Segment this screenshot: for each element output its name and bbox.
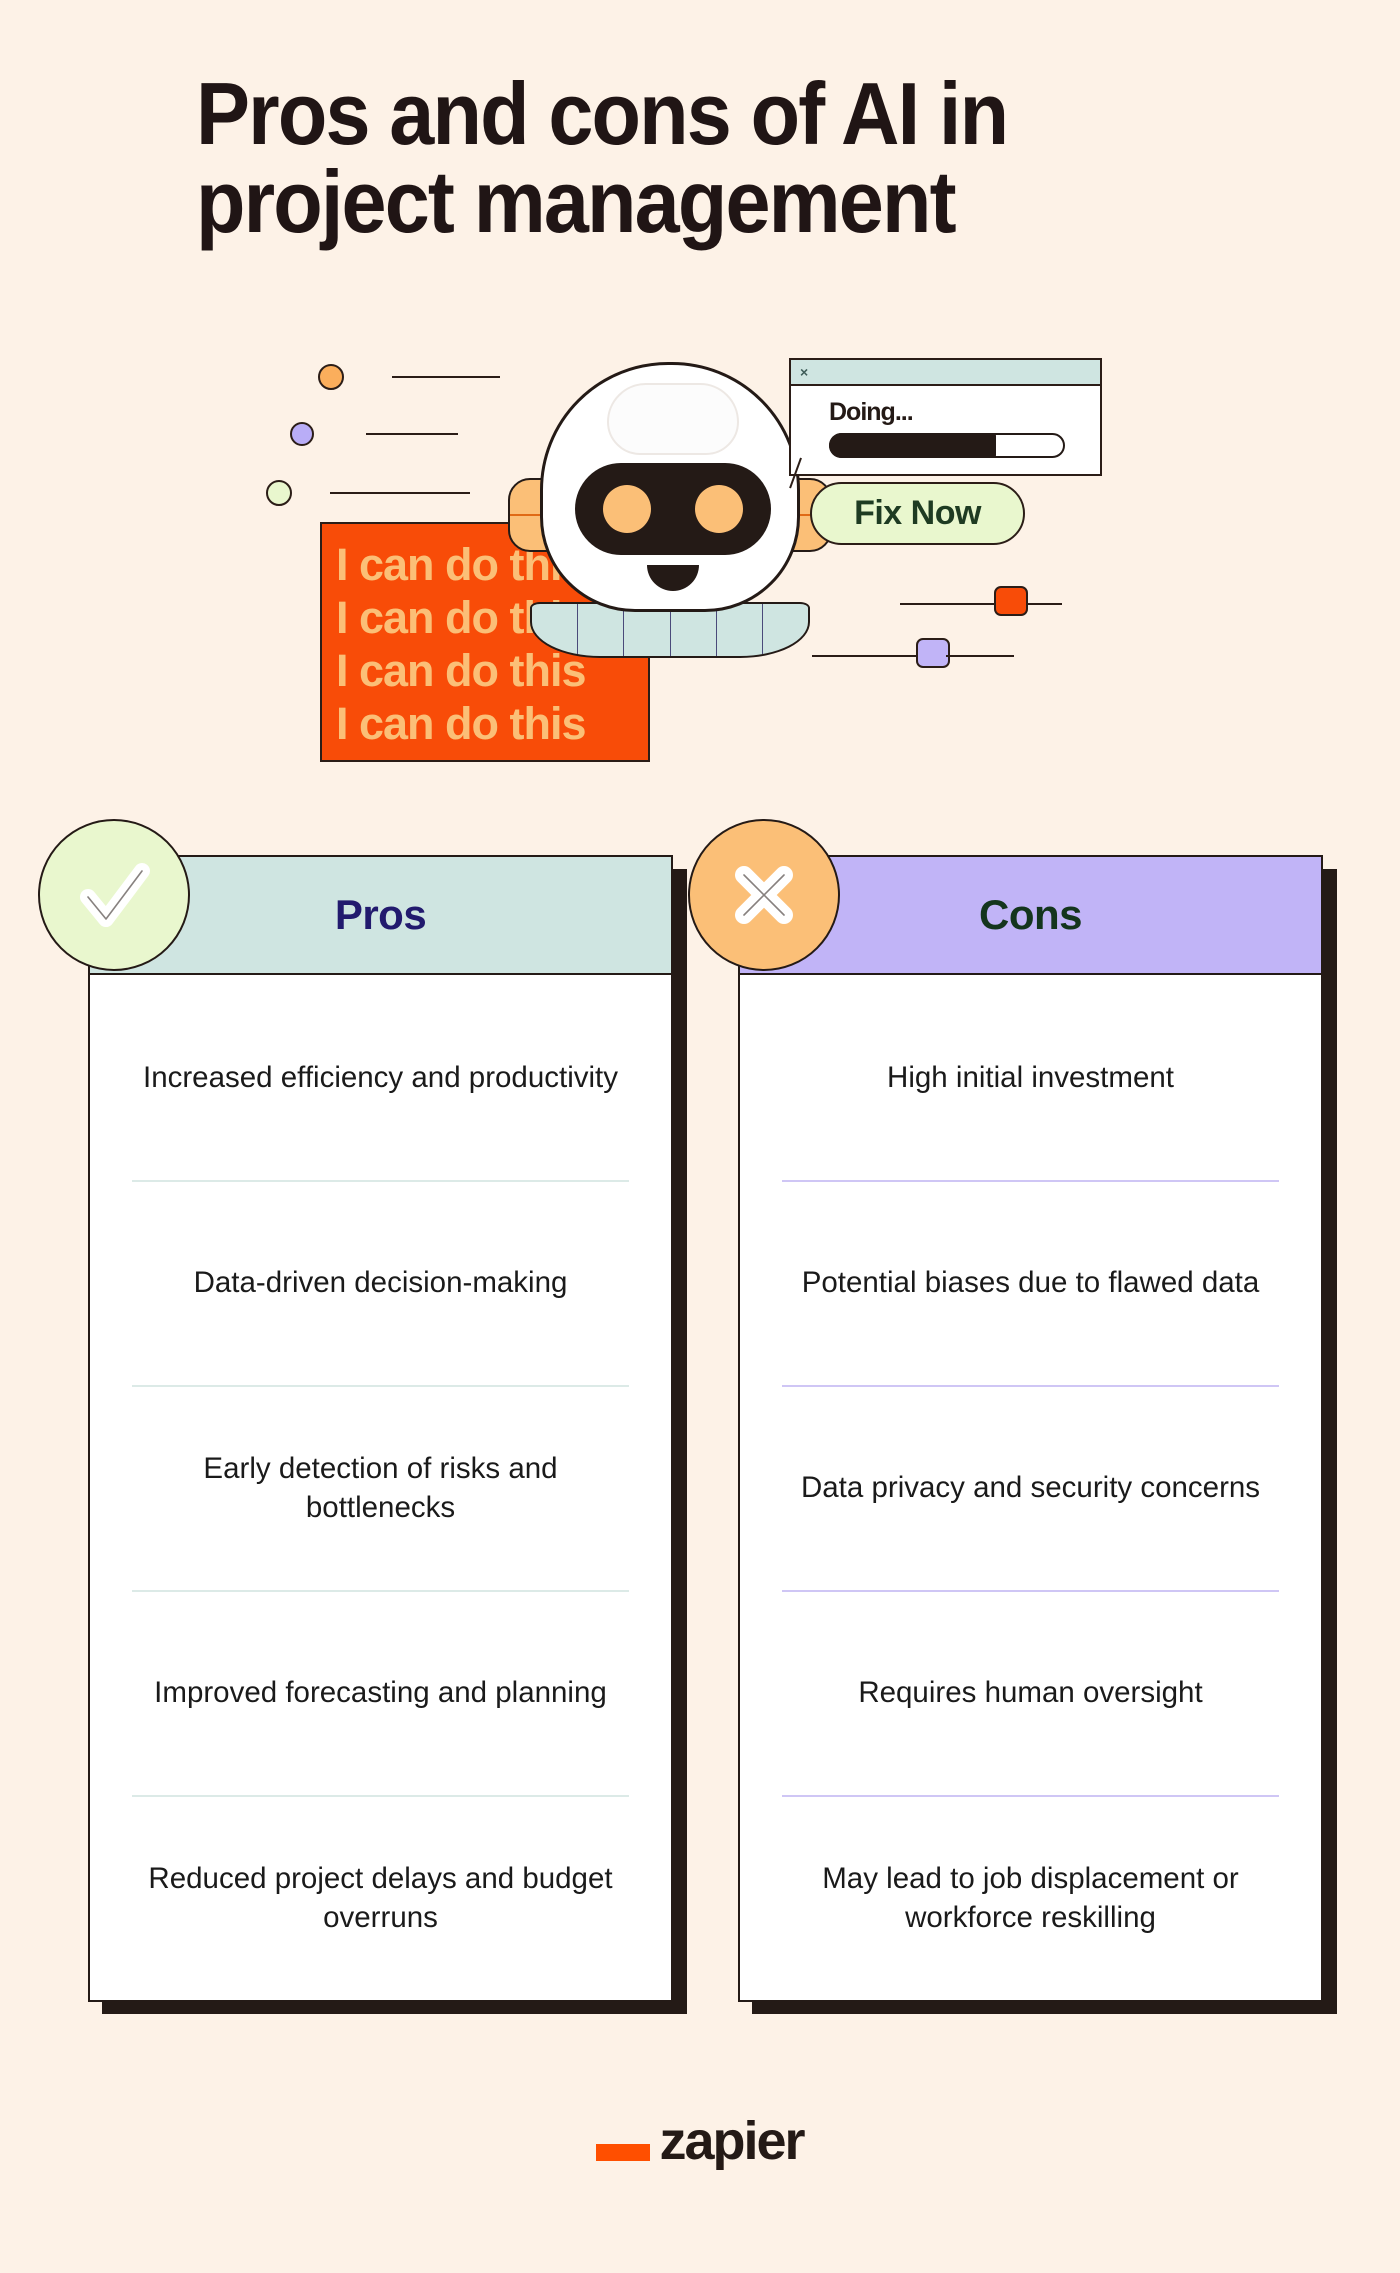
purple-dot [290, 422, 314, 446]
status-window: × Doing... [789, 358, 1102, 476]
orange-dot [318, 364, 344, 390]
close-icon[interactable]: × [800, 365, 808, 379]
decor-line-3 [330, 492, 470, 495]
pros-card-column: Pros Increased efficiency and productivi… [38, 819, 687, 2014]
infographic-page: Pros and cons of AI in project managemen… [0, 0, 1400, 2273]
decor-line-1 [392, 376, 500, 379]
decor-line-2 [366, 433, 458, 436]
robot-head [540, 362, 800, 612]
decor-line-4b [1026, 603, 1062, 606]
list-item: Increased efficiency and productivity [143, 1061, 618, 1095]
pros-list: Increased efficiency and productivity Da… [90, 975, 671, 2000]
list-item: Data privacy and security concerns [782, 1385, 1279, 1590]
check-icon [38, 819, 190, 971]
list-item: Early detection of risks and bottlenecks [132, 1385, 629, 1590]
window-title-bar: × [791, 360, 1100, 386]
list-item: Potential biases due to flawed data [782, 1180, 1279, 1385]
window-status-text: Doing... [829, 398, 914, 426]
green-dot [266, 480, 292, 506]
robot-illustration [508, 330, 832, 730]
cons-card: Cons High initial investment Potential b… [688, 819, 1323, 2002]
cons-card-column: Cons High initial investment Potential b… [688, 819, 1337, 2014]
zapier-logo: zapier [0, 2110, 1400, 2172]
logo-dash-icon [596, 2143, 651, 2161]
robot-eye-right [695, 485, 743, 533]
list-item: High initial investment [887, 1061, 1174, 1095]
robot-visor [575, 463, 771, 555]
robot-eye-left [603, 485, 651, 533]
pros-title: Pros [334, 891, 427, 938]
list-item: Requires human oversight [782, 1590, 1279, 1795]
list-item: Improved forecasting and planning [132, 1590, 629, 1795]
pros-card: Pros Increased efficiency and productivi… [38, 819, 673, 2002]
title-line-2: project management [196, 152, 957, 251]
fix-now-label: Fix Now [854, 494, 981, 532]
fix-now-button[interactable]: Fix Now [810, 482, 1025, 545]
cons-title: Cons [979, 891, 1083, 938]
orange-square [994, 586, 1028, 616]
robot-mouth [647, 565, 699, 591]
logo-wordmark: zapier [659, 2111, 805, 2171]
cons-list: High initial investment Potential biases… [740, 975, 1321, 2000]
x-icon [688, 819, 840, 971]
list-item: May lead to job displacement or workforc… [782, 1795, 1279, 2000]
progress-bar-fill [829, 433, 997, 458]
title-line-1: Pros and cons of AI in [196, 64, 1009, 163]
robot-crest [607, 383, 739, 455]
hero-illustration: I can do this I can do this I can do thi… [0, 330, 1400, 772]
purple-square [916, 638, 950, 668]
list-item: Data-driven decision-making [132, 1180, 629, 1385]
progress-bar [829, 433, 1065, 458]
page-title: Pros and cons of AI in project managemen… [196, 70, 1236, 246]
list-item: Reduced project delays and budget overru… [132, 1795, 629, 2000]
decor-line-5b [946, 655, 1014, 658]
decor-line-5 [812, 655, 922, 658]
